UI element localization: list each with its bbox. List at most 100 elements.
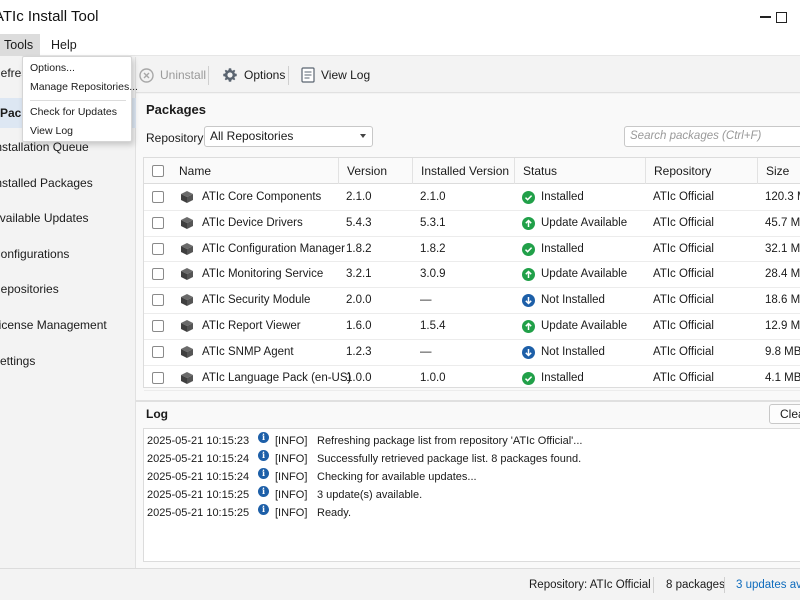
status-separator	[724, 577, 725, 593]
row-checkbox[interactable]	[152, 268, 164, 281]
status-icon-wrap	[522, 216, 535, 230]
package-size: 120.3 MB	[765, 191, 800, 203]
package-icon	[181, 371, 193, 384]
package-version: 1.0.0	[346, 371, 372, 384]
package-installed-version: 1.8.2	[420, 242, 446, 255]
log-heading: Log	[146, 407, 168, 421]
log-level: [INFO]	[275, 453, 308, 465]
clear-log-button[interactable]: Clear	[769, 404, 800, 424]
uninstall-button[interactable]: Uninstall	[139, 57, 206, 93]
row-checkbox[interactable]	[152, 371, 164, 384]
status-updates-link[interactable]: 3 updates available	[736, 569, 800, 600]
table-row[interactable]: ATIc Configuration Manager 1.8.2 1.8.2 Inst…	[144, 237, 800, 263]
package-installed-version: 3.0.9	[420, 268, 446, 281]
package-version: 1.8.2	[346, 242, 372, 255]
log-entry: 2025-05-21 10:15:23 i [INFO] Refreshing pac…	[144, 432, 800, 450]
log-timestamp: 2025-05-21 10:15:25	[147, 507, 250, 519]
table-row[interactable]: ATIc Core Components 2.1.0 2.1.0 Installed A…	[144, 185, 800, 211]
status-icon-wrap	[522, 268, 535, 282]
package-icon-wrap	[180, 371, 193, 384]
package-size: 4.1 MB	[765, 371, 800, 384]
package-installed-version: 2.1.0	[420, 191, 446, 203]
menu-item-view-log[interactable]: View Log	[23, 122, 131, 141]
packages-panel: Packages Repository: All Repositories Se…	[136, 94, 800, 400]
row-checkbox[interactable]	[152, 320, 164, 332]
column-header-repository[interactable]: Repository	[645, 158, 757, 184]
gear-icon	[223, 68, 237, 82]
arrow-up-circle-icon	[522, 320, 535, 333]
row-checkbox[interactable]	[152, 216, 164, 229]
table-row[interactable]: ATIc Device Drivers 5.4.3 5.3.1 Update Avai…	[144, 211, 800, 237]
sidebar-item-available-updates[interactable]: Available Updates	[0, 203, 136, 233]
maximize-button[interactable]	[758, 0, 800, 34]
menu-help[interactable]: Help	[45, 34, 83, 56]
status-icon-wrap	[522, 371, 535, 385]
log-entry: 2025-05-21 10:15:25 i [INFO] Ready.	[144, 504, 800, 522]
package-icon-wrap	[180, 216, 193, 229]
select-all-checkbox[interactable]	[152, 165, 164, 177]
package-version: 2.0.0	[346, 294, 372, 307]
sidebar-item-installed-packages[interactable]: Installed Packages	[0, 168, 136, 198]
log-level: [INFO]	[275, 489, 308, 501]
info-icon: i	[258, 486, 269, 497]
document-icon	[301, 67, 315, 83]
package-icon	[181, 216, 193, 229]
search-input[interactable]: Search packages (Ctrl+F)	[624, 126, 800, 147]
package-name: ATIc SNMP Agent	[202, 345, 294, 358]
sidebar-item-repositories[interactable]: Repositories	[0, 274, 136, 304]
log-entry: 2025-05-21 10:15:25 i [INFO] 3 update(s) av…	[144, 486, 800, 504]
view-log-button[interactable]: View Log	[301, 57, 370, 93]
column-header-size[interactable]: Size	[757, 158, 800, 184]
options-button[interactable]: Options	[222, 57, 285, 93]
table-row[interactable]: ATIc Monitoring Service 3.2.1 3.0.9 Update …	[144, 262, 800, 289]
menu-item-manage-repositories[interactable]: Manage Repositories...	[23, 78, 138, 97]
package-repository: ATIc Official	[653, 216, 714, 229]
package-version: 1.6.0	[346, 320, 372, 332]
sidebar-item-license-management[interactable]: License Management	[0, 310, 136, 340]
package-size: 18.6 MB	[765, 294, 800, 307]
package-version: 1.2.3	[346, 345, 372, 358]
column-header-status[interactable]: Status	[514, 158, 645, 184]
package-icon-wrap	[180, 242, 193, 255]
sidebar-item-settings[interactable]: Settings	[0, 346, 136, 376]
check-circle-icon	[522, 191, 535, 204]
row-checkbox[interactable]	[152, 294, 164, 307]
table-row[interactable]: ATIc Report Viewer 1.6.0 1.5.4 Update Avail…	[144, 314, 800, 340]
package-repository: ATIc Official	[653, 371, 714, 384]
package-name: ATIc Security Module	[202, 294, 311, 307]
info-icon: i	[258, 504, 269, 515]
sidebar-item-configurations[interactable]: Configurations	[0, 239, 136, 269]
column-header-version[interactable]: Version	[338, 158, 413, 184]
package-installed-version: —	[420, 345, 432, 358]
status-icon-wrap	[522, 320, 535, 333]
arrow-down-circle-icon	[522, 345, 535, 359]
package-name: ATIc Configuration Manager	[202, 242, 345, 255]
repository-label: Repository:	[146, 131, 207, 145]
log-message: Successfully retrieved package list. 8 p…	[317, 453, 582, 465]
table-row[interactable]: ATIc SNMP Agent 1.2.3 — Not Installed ATIc O…	[144, 340, 800, 366]
column-header-name[interactable]: Name	[171, 158, 211, 184]
table-row[interactable]: ATIc Language Pack (en-US) 1.0.0 1.0.0 Inst…	[144, 366, 800, 392]
package-name: ATIc Language Pack (en-US)	[202, 371, 352, 384]
log-level: [INFO]	[275, 507, 308, 519]
app-window: ATIc Install Tool Tools Help Refresh Pac…	[0, 0, 800, 600]
log-entry: 2025-05-21 10:15:24 i [INFO] Successfully r…	[144, 450, 800, 468]
menu-item-options[interactable]: Options...	[23, 59, 131, 78]
row-checkbox[interactable]	[152, 191, 164, 203]
menu-tools[interactable]: Tools	[0, 34, 40, 56]
status-repository: Repository: ATIc Official	[529, 579, 651, 591]
package-icon	[181, 320, 193, 332]
package-status: Installed	[541, 242, 584, 255]
repository-select[interactable]: All Repositories	[204, 126, 373, 147]
row-checkbox[interactable]	[152, 345, 164, 358]
log-timestamp: 2025-05-21 10:15:25	[147, 489, 250, 501]
log-timestamp: 2025-05-21 10:15:24	[147, 453, 250, 465]
table-header: Name Version Installed Version Status Re…	[144, 158, 800, 184]
check-circle-icon	[522, 371, 535, 385]
table-row[interactable]: ATIc Security Module 2.0.0 — Not Installed A…	[144, 288, 800, 314]
log-message: Ready.	[317, 507, 352, 519]
column-header-installed-version[interactable]: Installed Version	[412, 158, 515, 184]
menu-item-check-for-updates[interactable]: Check for Updates	[23, 103, 131, 122]
row-checkbox[interactable]	[152, 242, 164, 255]
package-size: 12.9 MB	[765, 320, 800, 332]
